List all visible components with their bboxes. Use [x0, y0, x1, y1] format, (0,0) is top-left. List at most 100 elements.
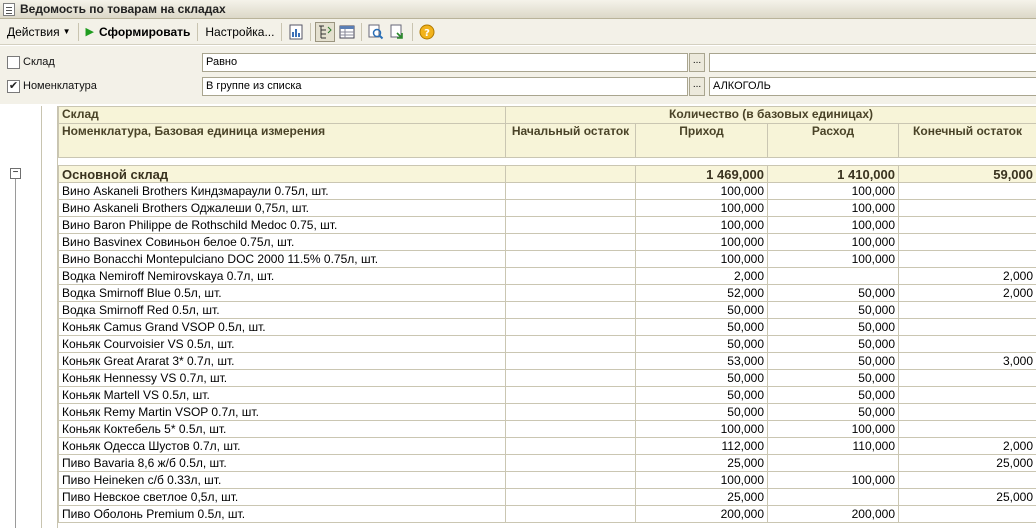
group-income: 1 469,000 [635, 165, 768, 183]
item-closing: 2,000 [898, 284, 1036, 302]
item-name: Коньяк Hennessy VS 0.7л, шт. [58, 369, 506, 387]
item-name: Коньяк Коктебель 5* 0.5л, шт. [58, 420, 506, 438]
report-icon[interactable] [286, 22, 306, 42]
item-expense: 110,000 [767, 437, 899, 455]
table-row[interactable]: Водка Smirnoff Red 0.5л, шт. 50,000 50,000 [58, 301, 1036, 319]
item-closing [898, 369, 1036, 387]
export-icon[interactable] [388, 22, 408, 42]
item-opening [505, 454, 636, 472]
item-opening [505, 403, 636, 421]
item-income: 50,000 [635, 301, 768, 319]
generate-label: Сформировать [98, 24, 191, 39]
nomenclature-condition-field[interactable]: В группе из списка [202, 77, 688, 96]
help-icon[interactable]: ? [417, 22, 437, 42]
item-income: 100,000 [635, 199, 768, 217]
item-expense: 50,000 [767, 352, 899, 370]
warehouse-filter-label: Склад [23, 56, 55, 68]
item-name: Коньяк Camus Grand VSOP 0.5л, шт. [58, 318, 506, 336]
warehouse-condition-select-button[interactable]: ... [689, 53, 705, 72]
window-title: Ведомость по товарам на складах [20, 2, 226, 16]
table-row[interactable]: Пиво Heineken с/б 0.33л, шт. 100,000 100,0… [58, 471, 1036, 489]
warehouse-condition-field[interactable]: Равно [202, 53, 688, 72]
filter-row-nomenclature: ✔ Номенклатура В группе из списка ... АЛ… [0, 76, 1036, 98]
item-name: Коньяк Courvoisier VS 0.5л, шт. [58, 335, 506, 353]
group-expense: 1 410,000 [767, 165, 899, 183]
table-row[interactable]: Коньяк Great Ararat 3* 0.7л, шт. 53,000 50… [58, 352, 1036, 370]
collapse-group-icon[interactable]: − [10, 168, 21, 179]
item-opening [505, 233, 636, 251]
header-quantity-group: Количество (в базовых единицах) [505, 106, 1036, 124]
chevron-down-icon: ▼ [62, 27, 71, 36]
table-row[interactable]: Вино Bonacchi Montepulciano DOC 2000 11.… [58, 250, 1036, 268]
table-row[interactable]: Коньяк Remy Martin VSOP 0.7л, шт. 50,000 5… [58, 403, 1036, 421]
header-expense: Расход [767, 123, 899, 158]
table-row[interactable]: Вино Basvinex Совиньон белое 0.75л, шт. 1… [58, 233, 1036, 251]
table-row[interactable]: Водка Smirnoff Blue 0.5л, шт. 52,000 50,00… [58, 284, 1036, 302]
item-closing [898, 301, 1036, 319]
filter-panel: Склад Равно ... ✔ Номенклатура В группе … [0, 46, 1036, 104]
item-opening [505, 301, 636, 319]
nomenclature-value-field[interactable]: АЛКОГОЛЬ [709, 77, 1036, 96]
table-row[interactable]: Вино Baron Philippe de Rothschild Medoc … [58, 216, 1036, 234]
item-expense [767, 488, 899, 506]
item-opening [505, 318, 636, 336]
item-opening [505, 352, 636, 370]
table-row[interactable]: Пиво Bavaria 8,6 ж/б 0.5л, шт. 25,000 25,0… [58, 454, 1036, 472]
group-row[interactable]: Основной склад 1 469,000 1 410,000 59,00… [58, 165, 1036, 183]
table-row[interactable]: Водка Nemiroff Nemirovskaya 0.7л, шт. 2,0… [58, 267, 1036, 285]
item-expense: 100,000 [767, 182, 899, 200]
item-expense: 100,000 [767, 420, 899, 438]
item-opening [505, 216, 636, 234]
actions-label: Действия [7, 24, 60, 39]
warehouse-checkbox[interactable] [7, 56, 20, 69]
header-item: Номенклатура, Базовая единица измерения [58, 123, 506, 158]
item-closing: 2,000 [898, 437, 1036, 455]
warehouse-value-field[interactable] [709, 53, 1036, 72]
item-expense: 100,000 [767, 471, 899, 489]
table-row[interactable]: Коньяк Courvoisier VS 0.5л, шт. 50,000 50,… [58, 335, 1036, 353]
nomenclature-checkbox[interactable]: ✔ [7, 80, 20, 93]
table-row[interactable]: Вино Askaneli Brothers Киндзмараули 0.75… [58, 182, 1036, 200]
table-settings-icon[interactable] [337, 22, 357, 42]
item-closing [898, 403, 1036, 421]
item-opening [505, 182, 636, 200]
item-name: Вино Askaneli Brothers Оджалеши 0,75л, ш… [58, 199, 506, 217]
generate-button[interactable]: ▶ Сформировать [82, 22, 195, 42]
item-closing [898, 216, 1036, 234]
header-income: Приход [635, 123, 768, 158]
tree-filter-icon[interactable] [315, 21, 336, 42]
item-opening [505, 488, 636, 506]
item-name: Коньяк Remy Martin VSOP 0.7л, шт. [58, 403, 506, 421]
header-warehouse: Склад [58, 106, 506, 124]
table-row[interactable]: Пиво Оболонь Premium 0.5л, шт. 200,000 200… [58, 505, 1036, 523]
item-expense: 100,000 [767, 233, 899, 251]
nomenclature-condition-select-button[interactable]: ... [689, 77, 705, 96]
table-row[interactable]: Коньяк Hennessy VS 0.7л, шт. 50,000 50,000 [58, 369, 1036, 387]
item-name: Коньяк Одесса Шустов 0.7л, шт. [58, 437, 506, 455]
item-name: Вино Bonacchi Montepulciano DOC 2000 11.… [58, 250, 506, 268]
search-next-icon[interactable] [366, 22, 386, 42]
item-closing [898, 318, 1036, 336]
settings-button[interactable]: Настройка... [201, 22, 278, 42]
table-row[interactable]: Коньяк Martell VS 0.5л, шт. 50,000 50,000 [58, 386, 1036, 404]
table-row[interactable]: Коньяк Одесса Шустов 0.7л, шт. 112,000 110… [58, 437, 1036, 455]
table-row[interactable]: Пиво Невское светлое 0,5л, шт. 25,000 25,0… [58, 488, 1036, 506]
item-income: 112,000 [635, 437, 768, 455]
table-row[interactable]: Коньяк Camus Grand VSOP 0.5л, шт. 50,000 5… [58, 318, 1036, 336]
item-expense [767, 267, 899, 285]
item-closing [898, 335, 1036, 353]
item-expense: 200,000 [767, 505, 899, 523]
actions-menu-button[interactable]: Действия ▼ [3, 22, 75, 42]
item-expense: 100,000 [767, 199, 899, 217]
item-expense: 100,000 [767, 216, 899, 234]
item-expense: 50,000 [767, 284, 899, 302]
item-income: 2,000 [635, 267, 768, 285]
table-row[interactable]: Коньяк Коктебель 5* 0.5л, шт. 100,000 100,… [58, 420, 1036, 438]
item-closing [898, 182, 1036, 200]
item-income: 53,000 [635, 352, 768, 370]
item-closing [898, 505, 1036, 523]
item-expense: 50,000 [767, 403, 899, 421]
group-opening [505, 165, 636, 183]
table-row[interactable]: Вино Askaneli Brothers Оджалеши 0,75л, ш… [58, 199, 1036, 217]
item-income: 100,000 [635, 216, 768, 234]
